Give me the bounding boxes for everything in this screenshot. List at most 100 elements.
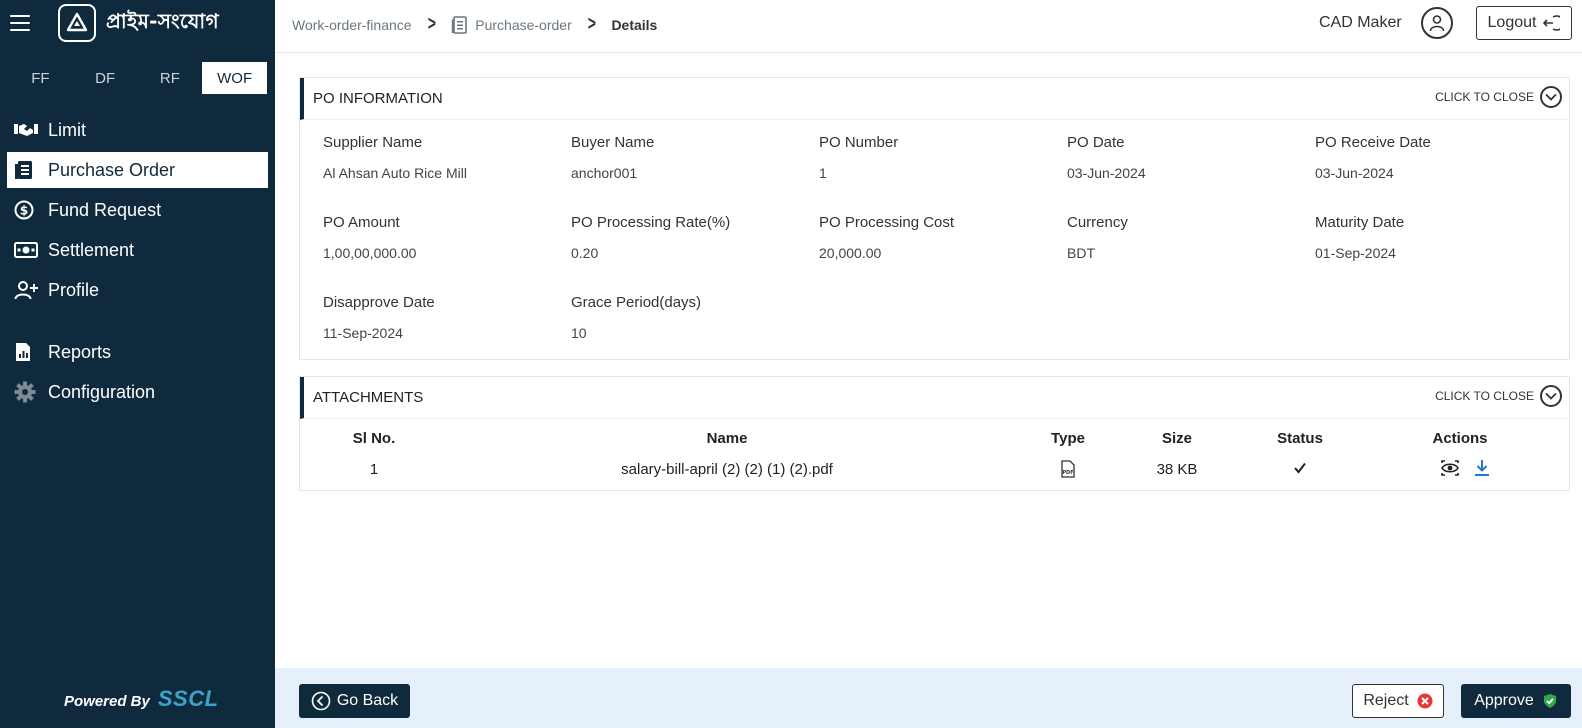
po-information-header: PO INFORMATION CLICK TO CLOSE (300, 78, 1569, 120)
sidebar-item-configuration[interactable]: Configuration (7, 374, 268, 410)
back-arrow-circle-icon (311, 691, 331, 711)
row-actions (1440, 459, 1490, 477)
field-po-processing-rate: PO Processing Rate(%) 0.20 (571, 214, 811, 261)
reject-button[interactable]: Reject (1352, 684, 1444, 718)
field-supplier-name: Supplier Name Al Ahsan Auto Rice Mill (323, 134, 563, 181)
sidebar-item-limit[interactable]: Limit (7, 112, 268, 148)
module-tabs: FF DF RF WOF (8, 62, 267, 94)
field-value: 11-Sep-2024 (323, 325, 403, 341)
field-label: PO Processing Rate(%) (571, 214, 731, 231)
attachments-table: Sl No. Name Type Size Status Actions 1 s… (300, 419, 1569, 491)
sidebar-item-purchase-order[interactable]: Purchase Order (7, 152, 268, 188)
hamburger-menu-icon[interactable] (10, 15, 30, 31)
pdf-file-icon: PDF (1060, 460, 1076, 478)
sidebar-item-label: Profile (48, 279, 100, 300)
menu-spacer (0, 312, 275, 334)
column-header-type: Type (1051, 430, 1085, 447)
view-icon[interactable] (1440, 459, 1460, 477)
document-list-icon (14, 159, 42, 181)
user-icon (1429, 15, 1445, 32)
powered-by: Powered By SSCL (64, 686, 219, 712)
app-logo[interactable]: প্রাইম-সংযোগ (58, 4, 219, 42)
toggle-label: CLICK TO CLOSE (1435, 90, 1534, 104)
approve-button[interactable]: Approve (1461, 684, 1571, 718)
sidebar: প্রাইম-সংযোগ FF DF RF WOF Limit Purchase… (0, 0, 275, 728)
sidebar-top: প্রাইম-সংযোগ (0, 0, 275, 46)
column-header-status: Status (1277, 430, 1323, 447)
breadcrumb-item-purchase-order[interactable]: Purchase-order (475, 17, 572, 33)
checkmark-icon (1294, 462, 1306, 474)
sidebar-item-reports[interactable]: Reports (7, 334, 268, 370)
field-label: PO Processing Cost (819, 214, 955, 231)
logout-icon (1543, 15, 1561, 31)
field-value: 03-Jun-2024 (1315, 165, 1394, 181)
chevron-right-icon: > (427, 13, 436, 35)
field-grace-period: Grace Period(days) 10 (571, 294, 811, 341)
action-footer: Go Back Reject Approve (275, 668, 1582, 728)
po-information-collapse-toggle[interactable]: CLICK TO CLOSE (1435, 86, 1562, 108)
powered-by-text: Powered By (64, 693, 150, 710)
field-label: Disapprove Date (323, 294, 435, 311)
sidebar-item-settlement[interactable]: Settlement (7, 232, 268, 268)
sidebar-item-label: Purchase Order (48, 159, 176, 180)
field-value: 0.20 (571, 245, 599, 261)
field-po-processing-cost: PO Processing Cost 20,000.00 (819, 214, 1059, 261)
sidebar-item-label: Settlement (48, 239, 135, 260)
field-label: PO Number (819, 134, 899, 151)
field-label: Maturity Date (1315, 214, 1405, 231)
logo-text: প্রাইম-সংযোগ (106, 8, 219, 33)
logout-button-label: Logout (1487, 14, 1537, 31)
tab-wof[interactable]: WOF (202, 62, 267, 94)
breadcrumb: Work-order-finance > Purchase-order > De… (292, 13, 657, 36)
reject-x-icon (1417, 693, 1433, 709)
banknote-icon (14, 239, 42, 261)
tab-rf[interactable]: RF (138, 62, 203, 94)
column-header-actions: Actions (1432, 430, 1488, 447)
go-back-label: Go Back (336, 692, 399, 709)
user-add-icon (14, 279, 42, 301)
row-sl-no: 1 (369, 461, 379, 478)
top-header: Work-order-finance > Purchase-order > De… (275, 0, 1582, 53)
logout-button[interactable]: Logout (1476, 6, 1572, 40)
download-icon[interactable] (1474, 459, 1490, 477)
tab-ff[interactable]: FF (8, 62, 73, 94)
sidebar-item-label: Configuration (48, 381, 156, 402)
field-buyer-name: Buyer Name anchor001 (571, 134, 811, 181)
column-header-name: Name (706, 430, 748, 447)
sidebar-item-fund-request[interactable]: $ Fund Request (7, 192, 268, 228)
field-value: 03-Jun-2024 (1067, 165, 1146, 181)
breadcrumb-item-details: Details (611, 16, 658, 33)
field-po-number: PO Number 1 (819, 134, 1059, 181)
sidebar-menu: Limit Purchase Order $ Fund Request Sett… (0, 112, 275, 410)
go-back-button[interactable]: Go Back (299, 684, 410, 718)
avatar[interactable] (1421, 7, 1453, 39)
field-po-date: PO Date 03-Jun-2024 (1067, 134, 1307, 181)
tab-df[interactable]: DF (73, 62, 138, 94)
logo-mark-icon (58, 4, 96, 42)
field-po-amount: PO Amount 1,00,00,000.00 (323, 214, 563, 261)
panel-title: ATTACHMENTS (313, 389, 424, 406)
field-label: PO Receive Date (1315, 134, 1431, 151)
sidebar-item-label: Fund Request (48, 199, 162, 220)
field-label: Supplier Name (323, 134, 423, 151)
column-header-size: Size (1161, 430, 1193, 447)
handshake-icon (14, 119, 42, 141)
panel-title: PO INFORMATION (313, 90, 443, 107)
field-currency: Currency BDT (1067, 214, 1307, 261)
field-value: 1,00,00,000.00 (323, 245, 417, 261)
chevron-right-icon: > (587, 13, 596, 35)
currency-circle-icon: $ (14, 199, 42, 221)
chevron-down-icon (1540, 86, 1562, 108)
row-file-name: salary-bill-april (2) (2) (1) (2).pdf (621, 461, 833, 478)
breadcrumb-item-work-order-finance[interactable]: Work-order-finance (292, 17, 412, 33)
chevron-down-icon (1540, 385, 1562, 407)
field-label: Buyer Name (571, 134, 655, 151)
report-file-icon (14, 341, 42, 363)
field-value: 1 (819, 165, 827, 181)
attachments-collapse-toggle[interactable]: CLICK TO CLOSE (1435, 385, 1562, 407)
user-name: CAD Maker (1319, 14, 1402, 31)
gear-icon (14, 381, 42, 403)
field-value: anchor001 (571, 165, 638, 181)
sidebar-item-profile[interactable]: Profile (7, 272, 268, 308)
column-header-sl-no: Sl No. (352, 430, 396, 447)
